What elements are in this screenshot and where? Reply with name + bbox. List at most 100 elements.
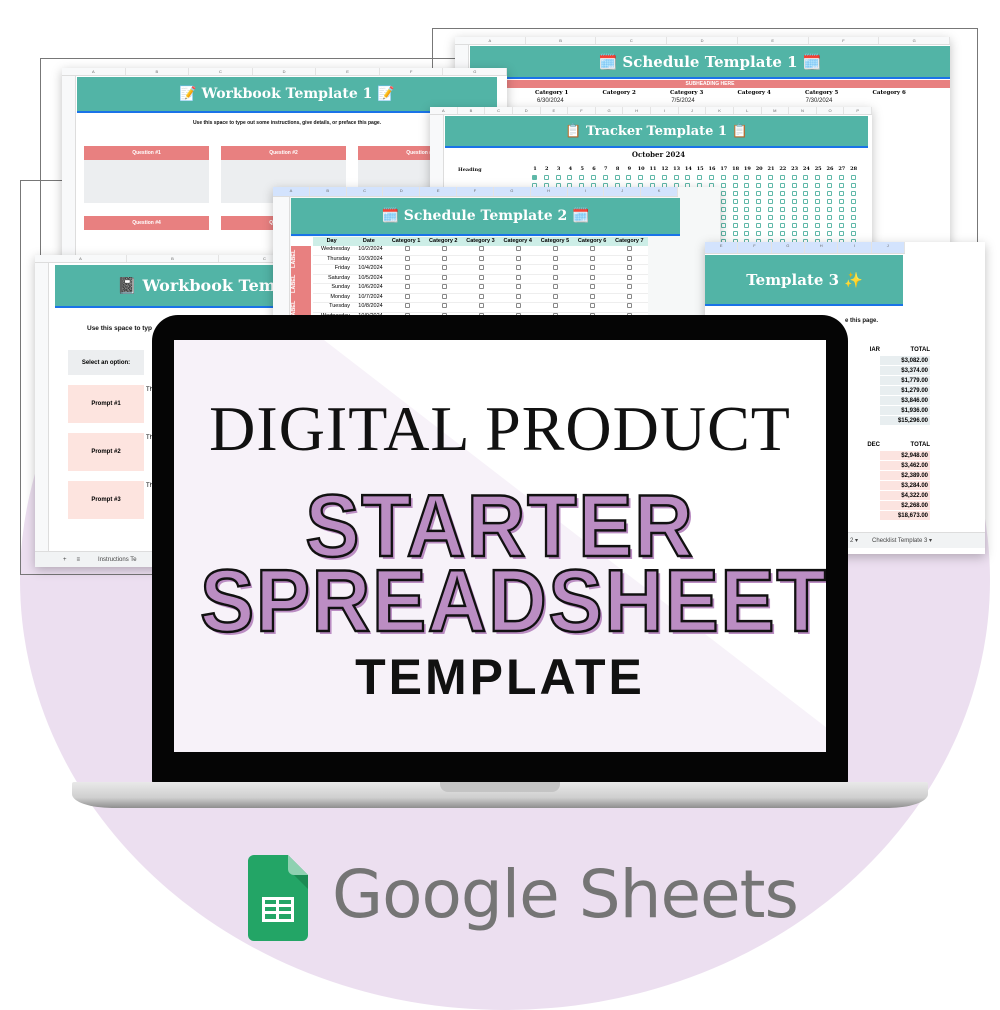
checkbox[interactable] [479,303,484,308]
checkbox[interactable] [815,183,821,188]
checkbox[interactable] [779,207,785,212]
checkbox[interactable] [720,183,726,188]
checkbox[interactable] [850,199,856,204]
all-sheets-button[interactable]: ≡ [77,557,81,563]
checkbox[interactable] [850,175,856,180]
checkbox[interactable] [827,223,832,228]
checkbox[interactable] [553,265,558,270]
checkbox[interactable] [850,183,856,188]
answer-box[interactable] [84,160,209,203]
checkbox[interactable] [405,284,410,289]
checkbox[interactable] [838,231,844,236]
checkbox[interactable] [590,274,595,280]
checkbox[interactable] [827,207,832,212]
checkbox[interactable] [732,199,738,204]
checkbox[interactable] [768,223,773,228]
checkbox[interactable] [661,175,667,180]
checkbox[interactable] [516,303,521,308]
checkbox[interactable] [614,175,620,180]
checkbox[interactable] [627,284,632,289]
checkbox[interactable] [553,274,558,280]
checkbox[interactable] [779,191,785,196]
checkbox[interactable] [516,265,521,270]
checkbox[interactable] [732,223,738,228]
checkbox[interactable] [791,191,797,196]
checkbox[interactable] [720,231,726,236]
checkbox[interactable] [803,231,809,236]
checkbox[interactable] [627,293,632,299]
checkbox[interactable] [709,175,714,180]
checkbox[interactable] [827,231,832,236]
checkbox[interactable] [803,183,809,188]
checkbox[interactable] [815,191,821,196]
checkbox[interactable] [803,223,809,228]
checkbox[interactable] [756,223,762,228]
checkbox[interactable] [838,223,844,228]
checkbox[interactable] [803,191,809,196]
checkbox[interactable] [626,175,632,180]
checkbox[interactable] [553,284,558,289]
checkbox[interactable] [850,215,856,220]
checkbox[interactable] [479,265,484,270]
checkbox[interactable] [732,215,738,220]
checkbox[interactable] [442,255,447,261]
checkbox[interactable] [590,255,595,261]
checkbox[interactable] [803,199,809,204]
checkbox[interactable] [815,199,821,204]
checkbox[interactable] [405,246,410,251]
checkbox[interactable] [516,274,521,280]
checkbox[interactable] [479,284,484,289]
checkbox[interactable] [744,231,750,236]
checkbox[interactable] [590,284,595,289]
checkbox[interactable] [555,175,561,180]
checkbox[interactable] [553,293,558,299]
checkbox[interactable] [756,175,762,180]
checkbox[interactable] [720,223,726,228]
checkbox[interactable] [768,215,773,220]
tab-checklist-template-3[interactable]: Checklist Template 3 ▾ [872,537,932,544]
checkbox[interactable] [685,175,691,180]
checkbox[interactable] [768,183,773,188]
checkbox[interactable] [838,207,844,212]
checkbox[interactable] [838,175,844,180]
checkbox[interactable] [850,191,856,196]
checkbox[interactable] [627,303,632,308]
checkbox[interactable] [768,199,773,204]
checkbox[interactable] [744,207,750,212]
checkbox[interactable] [650,175,655,180]
checkbox[interactable] [850,223,856,228]
checkbox[interactable] [756,231,762,236]
checkbox[interactable] [553,303,558,308]
checkbox[interactable] [532,175,537,180]
checkbox[interactable] [405,255,410,261]
checkbox[interactable] [627,255,632,261]
checkbox[interactable] [479,274,484,280]
checkbox[interactable] [768,191,773,196]
checkbox[interactable] [779,175,785,180]
checkbox[interactable] [791,199,797,204]
checkbox[interactable] [803,215,809,220]
checkbox[interactable] [744,191,750,196]
checkbox[interactable] [720,199,726,204]
checkbox[interactable] [516,255,521,261]
checkbox[interactable] [768,175,773,180]
checkbox[interactable] [405,274,410,280]
checkbox[interactable] [815,223,821,228]
checkbox[interactable] [720,191,726,196]
checkbox[interactable] [516,293,521,299]
checkbox[interactable] [756,191,762,196]
checkbox[interactable] [405,303,410,308]
checkbox[interactable] [602,175,608,180]
checkbox[interactable] [803,207,809,212]
checkbox[interactable] [756,207,762,212]
checkbox[interactable] [827,215,832,220]
checkbox[interactable] [791,231,797,236]
checkbox[interactable] [791,215,797,220]
checkbox[interactable] [442,274,447,280]
checkbox[interactable] [815,207,821,212]
checkbox[interactable] [732,207,738,212]
checkbox[interactable] [756,199,762,204]
checkbox[interactable] [590,246,595,251]
checkbox[interactable] [590,265,595,270]
checkbox[interactable] [732,183,738,188]
